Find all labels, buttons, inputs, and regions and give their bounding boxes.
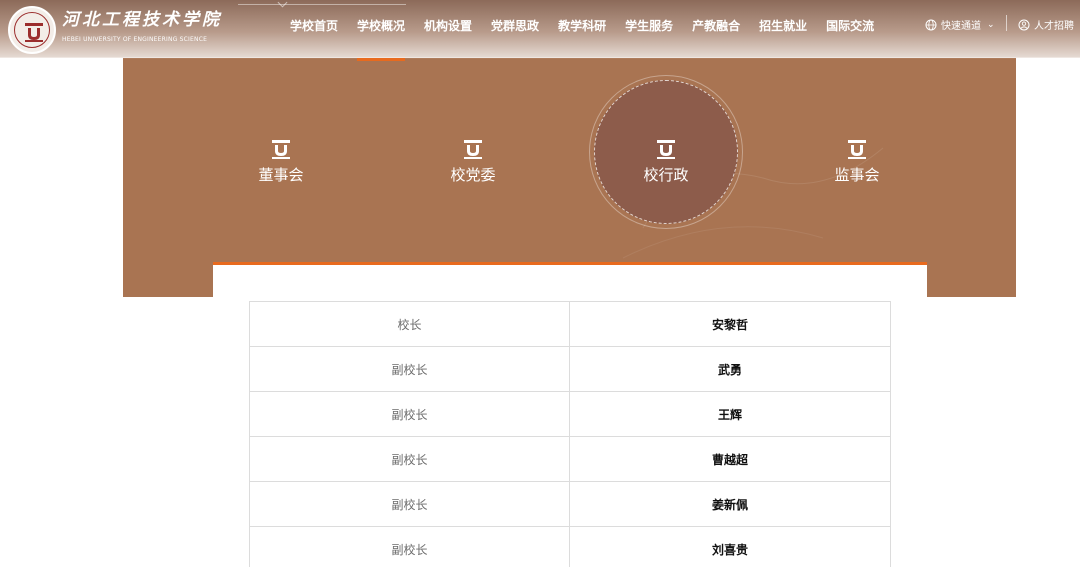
name-cell[interactable]: 刘喜贵 — [569, 526, 891, 567]
role-cell: 副校长 — [249, 436, 570, 482]
card-accent-bar — [213, 262, 927, 265]
quick-access-button[interactable]: 快速通道 ⌄ — [925, 17, 995, 32]
nav-item-industry[interactable]: 产教融合 — [692, 17, 740, 34]
nav-item-research[interactable]: 教学科研 — [558, 17, 606, 34]
role-cell: 校长 — [249, 301, 570, 347]
recruitment-link[interactable]: 人才招聘 — [1018, 17, 1074, 32]
nav-item-students[interactable]: 学生服务 — [625, 17, 673, 34]
nav-item-party[interactable]: 党群思政 — [491, 17, 539, 34]
nav-item-international[interactable]: 国际交流 — [826, 17, 874, 34]
table-row: 副校长 曹越超 — [249, 436, 891, 482]
table-row: 副校长 武勇 — [249, 346, 891, 392]
tab-administration[interactable]: 校行政 — [626, 138, 706, 185]
tab-label: 校党委 — [450, 166, 496, 184]
role-cell: 副校长 — [249, 346, 570, 392]
recruitment-label: 人才招聘 — [1034, 21, 1074, 32]
header-bottom-line — [0, 57, 1080, 58]
table-row: 副校长 姜新佩 — [249, 481, 891, 527]
chevron-down-icon: ⌄ — [987, 19, 995, 30]
brand-chinese-name: 河北工程技术学院 — [62, 10, 222, 30]
role-cell: 副校长 — [249, 481, 570, 527]
table-row: 副校长 王辉 — [249, 391, 891, 437]
name-cell[interactable]: 姜新佩 — [569, 481, 891, 527]
user-circle-icon — [1018, 19, 1030, 30]
table-row: 校长 安黎哲 — [249, 301, 891, 347]
brand-english-name: HEBEI UNIVERSITY OF ENGINEERING SCIENCE — [62, 36, 208, 43]
name-cell[interactable]: 曹越超 — [569, 436, 891, 482]
emblem-icon — [464, 140, 482, 159]
nav-item-about[interactable]: 学校概况 — [357, 17, 406, 61]
name-cell[interactable]: 安黎哲 — [569, 301, 891, 347]
tab-supervisory-board[interactable]: 监事会 — [817, 138, 897, 185]
main-nav: 学校首页 学校概况 机构设置 党群思政 教学科研 学生服务 产教融合 招生就业 … — [290, 17, 893, 61]
role-cell: 副校长 — [249, 391, 570, 437]
tab-board-of-directors[interactable]: 董事会 — [241, 138, 321, 185]
decorative-top-mark — [238, 0, 406, 5]
name-cell[interactable]: 王辉 — [569, 391, 891, 437]
school-logo[interactable] — [8, 6, 56, 54]
tab-label: 董事会 — [258, 166, 304, 184]
nav-item-organization[interactable]: 机构设置 — [424, 17, 472, 34]
quick-access-label: 快速通道 — [941, 21, 981, 32]
emblem-icon — [272, 140, 290, 159]
tab-label: 监事会 — [834, 166, 880, 184]
brand[interactable]: 河北工程技术学院 HEBEI UNIVERSITY OF ENGINEERING… — [62, 10, 222, 43]
nav-item-admission[interactable]: 招生就业 — [759, 17, 807, 34]
role-cell: 副校长 — [249, 526, 570, 567]
globe-icon — [925, 19, 937, 30]
header-divider — [1006, 15, 1007, 31]
logo-emblem-icon — [25, 23, 43, 42]
emblem-icon — [848, 140, 866, 159]
tab-party-committee[interactable]: 校党委 — [433, 138, 513, 185]
table-row: 副校长 刘喜贵 — [249, 526, 891, 567]
nav-item-home[interactable]: 学校首页 — [290, 17, 338, 34]
emblem-icon — [657, 140, 675, 159]
site-header: 河北工程技术学院 HEBEI UNIVERSITY OF ENGINEERING… — [0, 0, 1080, 61]
leadership-table: 校长 安黎哲 副校长 武勇 副校长 王辉 副校长 曹越超 副校长 姜新佩 副校长… — [249, 301, 891, 567]
name-cell[interactable]: 武勇 — [569, 346, 891, 392]
tab-label: 校行政 — [643, 166, 689, 184]
